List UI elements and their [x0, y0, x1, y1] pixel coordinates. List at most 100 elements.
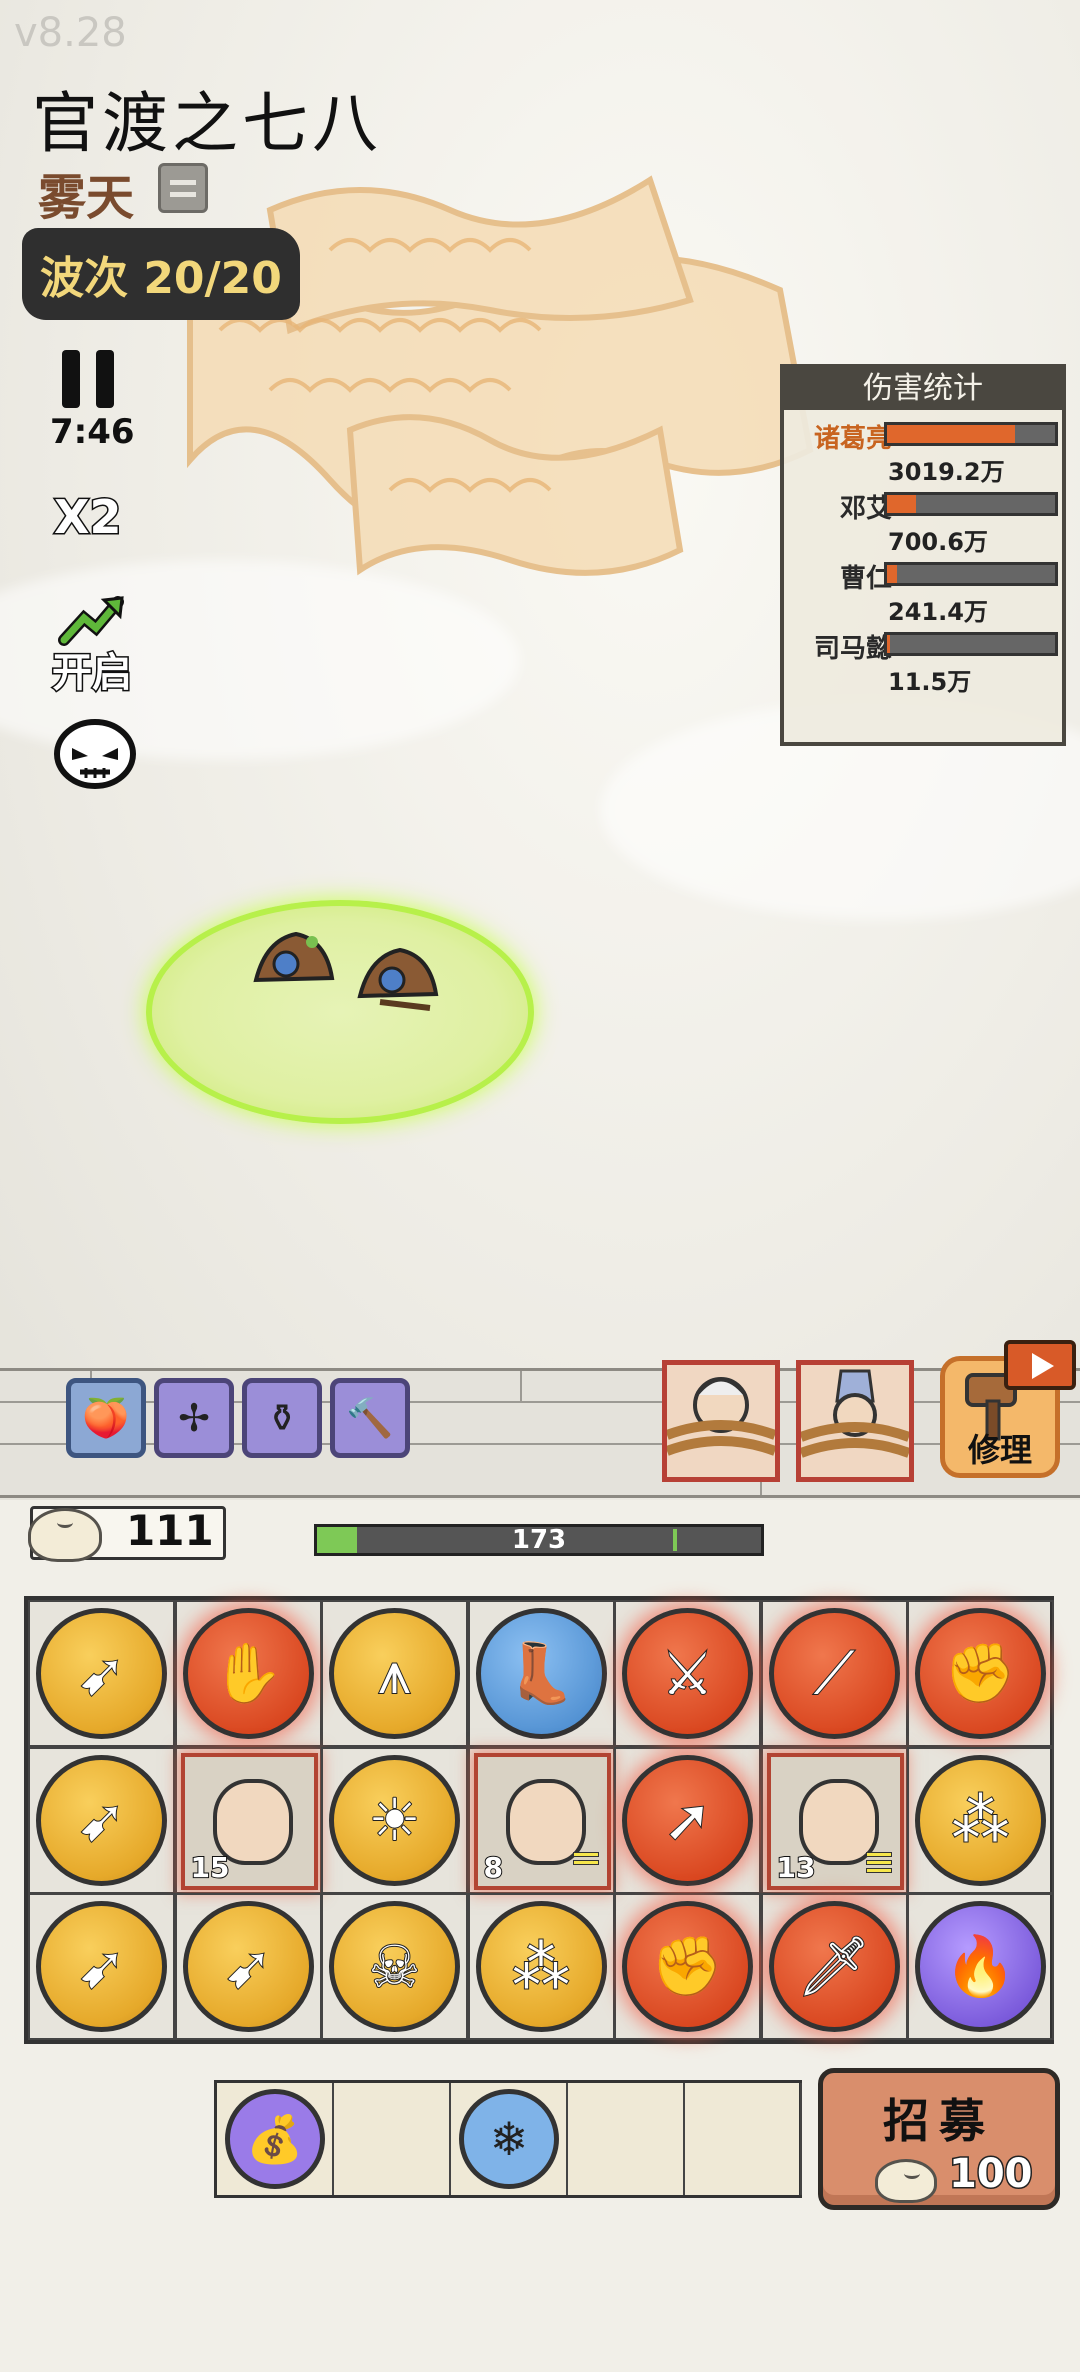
- unit-token[interactable]: ➹: [36, 1901, 167, 2032]
- item-slot-shuriken[interactable]: ✢: [154, 1378, 234, 1458]
- crystal-fists-icon: ✊: [650, 1931, 724, 2001]
- grid-cell[interactable]: 🗡: [760, 1893, 908, 2040]
- unit-token[interactable]: ➚: [622, 1754, 753, 1886]
- flaming-arrow-icon: ➹: [223, 1932, 274, 2002]
- bun-icon: [28, 1508, 102, 1562]
- unit-token[interactable]: 🗡: [768, 1901, 900, 2032]
- damage-stats-panel: 伤害统计 诸葛亮 3019.2万 邓艾 700.6万 曹仁 241.4万 司马懿…: [780, 364, 1066, 746]
- pause-button[interactable]: [58, 350, 118, 408]
- grid-cell[interactable]: 👢: [467, 1600, 615, 1747]
- skull-challenge-icon[interactable]: [50, 718, 140, 790]
- peach-icon: 🍑: [82, 1395, 130, 1440]
- grid-cell[interactable]: ➹: [28, 1600, 175, 1747]
- crystal-fists-icon: ✊: [943, 1638, 1017, 1708]
- hero-card[interactable]: 15: [180, 1752, 318, 1890]
- hero-level: 13: [776, 1850, 817, 1885]
- grid-cell[interactable]: ✊: [614, 1893, 761, 2040]
- unit-grid: ➹ ✋ ⩚ 👢 ⚔ ⟋ ✊ ➹ 15 ☀ 8 ➚ 13 ⁂ ➹ ➹ ☠ ⁂ ✊ 🗡 🔥: [24, 1596, 1054, 2044]
- hero-name: 司马懿: [813, 634, 892, 664]
- grid-cell[interactable]: 13: [760, 1746, 908, 1894]
- captive-priest-icon: [799, 1369, 911, 1458]
- hero-name: 曹仁: [839, 564, 892, 594]
- sun-icon: ☀: [368, 1785, 422, 1855]
- captive-old-man-icon: [665, 1377, 777, 1456]
- grid-cell[interactable]: ➹: [174, 1893, 322, 2040]
- bag-slot[interactable]: 💰: [217, 2083, 334, 2195]
- hero-card[interactable]: 8: [473, 1752, 611, 1890]
- boost-toggle-button[interactable]: 开启: [51, 640, 134, 698]
- hero-card[interactable]: 13: [766, 1752, 904, 1890]
- version-label: v8.28: [14, 10, 127, 56]
- grid-cell[interactable]: 🔥: [907, 1893, 1054, 2040]
- unit-token[interactable]: ⁂: [915, 1754, 1046, 1886]
- item-slot-peach[interactable]: 🍑: [66, 1378, 146, 1458]
- grid-cell[interactable]: ⩚: [321, 1600, 468, 1747]
- unit-token[interactable]: ➹: [182, 1901, 314, 2032]
- bun-icon: [875, 2159, 937, 2203]
- captive-hero[interactable]: [662, 1360, 780, 1482]
- ice-crystal-icon[interactable]: ❄: [459, 2089, 559, 2189]
- unit-token[interactable]: ☠: [329, 1901, 460, 2032]
- grid-cell[interactable]: ✋: [174, 1600, 322, 1747]
- bag-slot[interactable]: [568, 2083, 685, 2195]
- damage-row: 诸葛亮 3019.2万: [784, 410, 1062, 486]
- item-slot-hammer[interactable]: 🔨: [330, 1378, 410, 1458]
- hero-rank-icon: [572, 1851, 599, 1878]
- twin-spears-icon: ⟋: [813, 1638, 856, 1708]
- captive-hero[interactable]: [796, 1360, 914, 1482]
- grid-cell[interactable]: ⁂: [467, 1893, 615, 2040]
- recruit-button[interactable]: 招募 100: [818, 2068, 1060, 2210]
- unit-token[interactable]: ☀: [329, 1754, 460, 1886]
- fog-icon: [158, 163, 208, 213]
- grid-cell[interactable]: ⚔: [614, 1600, 761, 1747]
- fortune-bag-icon[interactable]: 💰: [225, 2089, 325, 2189]
- triple-blade-icon: ⩚: [377, 1638, 412, 1708]
- grid-cell[interactable]: ✊: [907, 1600, 1054, 1747]
- enemy-soldier-icon: [357, 947, 439, 1011]
- bun-count-value: 111: [126, 1506, 214, 1555]
- damage-bar: [884, 422, 1058, 446]
- boot-icon: 👢: [504, 1638, 578, 1708]
- damage-row: 邓艾 700.6万: [784, 480, 1062, 556]
- dragon-boss-icon: [187, 175, 814, 576]
- hammer-icon: 🔨: [346, 1395, 394, 1440]
- unit-token[interactable]: ➹: [36, 1754, 167, 1886]
- unit-token[interactable]: ✊: [622, 1901, 753, 2032]
- hero-level: 8: [482, 1850, 504, 1885]
- unit-token[interactable]: ⚔: [622, 1608, 753, 1739]
- hero-name: 诸葛亮: [813, 424, 892, 454]
- grid-cell[interactable]: ⁂: [907, 1746, 1054, 1894]
- damage-bar: [884, 632, 1058, 656]
- grid-cell[interactable]: ➹: [28, 1746, 175, 1894]
- hero-rank-icon: [865, 1851, 892, 1878]
- bag-slot[interactable]: [334, 2083, 451, 2195]
- unit-token[interactable]: 🔥: [915, 1901, 1046, 2032]
- bag-slot[interactable]: ❄: [451, 2083, 568, 2195]
- unit-token[interactable]: ⟋: [768, 1608, 900, 1739]
- video-ad-icon[interactable]: [1004, 1340, 1076, 1390]
- unit-token[interactable]: 👢: [475, 1608, 607, 1739]
- bag-slot[interactable]: [685, 2083, 802, 2195]
- wave-counter: 波次 20/20: [22, 228, 300, 320]
- grid-cell[interactable]: ☀: [321, 1746, 468, 1894]
- sword-up-icon: ⚔: [661, 1639, 715, 1709]
- grid-cell[interactable]: 8: [467, 1746, 615, 1894]
- unit-token[interactable]: ⩚: [329, 1608, 460, 1739]
- unit-token[interactable]: ✋: [182, 1608, 314, 1739]
- grid-cell[interactable]: ⟋: [760, 1600, 908, 1747]
- unit-token[interactable]: ⁂: [475, 1901, 607, 2032]
- unit-token[interactable]: ✊: [915, 1608, 1046, 1739]
- damage-row: 曹仁 241.4万: [784, 550, 1062, 626]
- hero-level: 15: [190, 1850, 231, 1885]
- hero-name: 邓艾: [839, 494, 892, 524]
- recruit-cost: 100: [948, 2150, 1034, 2199]
- grid-cell[interactable]: 15: [174, 1746, 322, 1894]
- speed-toggle-button[interactable]: X2: [52, 489, 123, 546]
- unit-token[interactable]: ➹: [36, 1608, 167, 1739]
- tri-arrows-icon: ⁂: [511, 1932, 571, 2002]
- sword-rank-icon: 🗡: [796, 1931, 872, 2001]
- grid-cell[interactable]: ☠: [321, 1893, 468, 2040]
- grid-cell[interactable]: ➹: [28, 1893, 175, 2040]
- item-slot-jar[interactable]: ⚱: [242, 1378, 322, 1458]
- grid-cell[interactable]: ➚: [614, 1746, 761, 1894]
